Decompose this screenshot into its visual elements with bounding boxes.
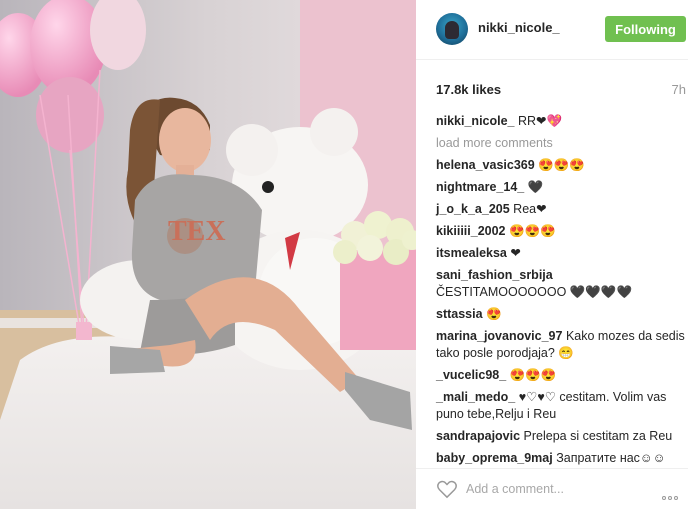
comment-text: Запратите нас☺☺: [552, 451, 666, 465]
comment-text: ❤: [506, 246, 521, 260]
comment-text: 😍: [482, 307, 502, 321]
comment-username[interactable]: nightmare_14_: [436, 180, 524, 194]
comment-text: ČESTITAMOOOOOOO 🖤🖤🖤🖤: [436, 285, 633, 299]
comment-username[interactable]: helena_vasic369: [436, 158, 535, 172]
comment-username[interactable]: j_o_k_a_205: [436, 202, 510, 216]
more-options-icon[interactable]: [662, 487, 684, 500]
post-photo[interactable]: TEX: [0, 0, 416, 509]
comment-footer: [416, 468, 688, 509]
comment-username[interactable]: kikiiiii_2002: [436, 224, 506, 238]
add-comment-input[interactable]: [466, 479, 646, 499]
photo-illustration: TEX: [0, 0, 416, 509]
comment-text: 😍😍😍: [506, 368, 557, 382]
comments-list: nikki_nicole_ RR❤💖 load more comments he…: [436, 113, 686, 472]
comment-username[interactable]: _vucelic98_: [436, 368, 506, 382]
comment-username[interactable]: baby_oprema_9maj: [436, 451, 553, 465]
comment-username[interactable]: itsmealeksa: [436, 246, 507, 260]
comment-text: 🖤: [524, 180, 544, 194]
author-username[interactable]: nikki_nicole_: [478, 20, 560, 35]
post-timestamp[interactable]: 7h: [672, 82, 686, 97]
caption-username[interactable]: nikki_nicole_: [436, 114, 515, 128]
caption: nikki_nicole_ RR❤💖: [436, 113, 686, 130]
caption-text: RR❤💖: [514, 114, 563, 128]
avatar[interactable]: [436, 13, 468, 45]
comment-item: kikiiiii_2002 😍😍😍: [436, 223, 686, 240]
comment-username[interactable]: sandrapajovic: [436, 429, 520, 443]
comment-item: j_o_k_a_205 Rea❤: [436, 201, 686, 218]
comment-text: 😍😍😍: [534, 158, 585, 172]
comment-item: marina_jovanovic_97 Kako mozes da sedis …: [436, 328, 686, 362]
comment-text: Prelepa si cestitam za Reu: [520, 429, 673, 443]
comment-item: _mali_medo_ ♥♡♥♡ cestitam. Volim vas pun…: [436, 389, 686, 423]
comment-item: itsmealeksa ❤: [436, 245, 686, 262]
comment-item: _vucelic98_ 😍😍😍: [436, 367, 686, 384]
post-side-panel: nikki_nicole_ Following 17.8k likes 7h n…: [416, 0, 688, 509]
post-stats: 17.8k likes 7h: [436, 82, 686, 100]
following-button[interactable]: Following: [605, 16, 686, 42]
comment-username[interactable]: _mali_medo_: [436, 390, 515, 404]
comment-text: 😍😍😍: [505, 224, 556, 238]
comment-text: Rea❤: [509, 202, 547, 216]
comment-item: sandrapajovic Prelepa si cestitam za Reu: [436, 428, 686, 445]
heart-outline-icon[interactable]: [436, 479, 458, 499]
load-more-comments-link[interactable]: load more comments: [436, 135, 686, 152]
comment-item: nightmare_14_ 🖤: [436, 179, 686, 196]
comment-item: sani_fashion_srbija ČESTITAMOOOOOOO 🖤🖤🖤🖤: [436, 267, 686, 301]
comment-item: helena_vasic369 😍😍😍: [436, 157, 686, 174]
comment-username[interactable]: sttassia: [436, 307, 483, 321]
post-header: nikki_nicole_ Following: [416, 0, 688, 60]
flower-box: [333, 211, 416, 350]
comment-username[interactable]: marina_jovanovic_97: [436, 329, 562, 343]
comment-item: baby_oprema_9maj Запратите нас☺☺: [436, 450, 686, 467]
comment-username[interactable]: sani_fashion_srbija: [436, 268, 553, 282]
svg-text:TEX: TEX: [168, 216, 226, 247]
likes-count[interactable]: 17.8k likes: [436, 82, 501, 97]
comment-item: sttassia 😍: [436, 306, 686, 323]
